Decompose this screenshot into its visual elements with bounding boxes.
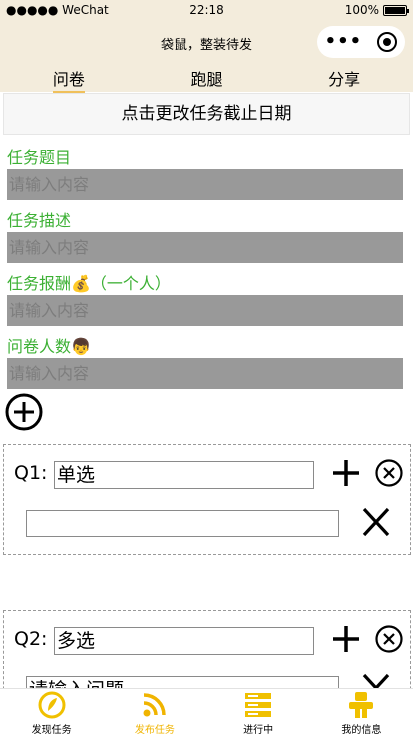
tab-label: 跑腿 — [190, 70, 223, 89]
question-type-input[interactable]: 单选 — [54, 461, 314, 489]
delete-option-icon[interactable] — [361, 506, 391, 538]
task-title-input[interactable]: 请输入内容 — [7, 169, 403, 200]
bottom-tab-bar: 发现任务 发布任务 进行中 我的信息 — [0, 688, 413, 739]
tab-errand[interactable]: 跑腿 — [138, 62, 276, 92]
tabbar-item-publish[interactable]: 发布任务 — [103, 689, 206, 739]
task-reward-input[interactable]: 请输入内容 — [7, 295, 403, 326]
tabbar-label: 进行中 — [243, 725, 274, 736]
tabbar-item-in-progress[interactable]: 进行中 — [207, 689, 310, 739]
discover-icon — [38, 691, 66, 719]
option-input[interactable] — [26, 510, 339, 537]
list-icon — [245, 693, 272, 717]
question-type-input[interactable]: 多选 — [54, 627, 314, 655]
top-tabs: 问卷 跑腿 分享 — [0, 62, 413, 93]
tabbar-item-discover[interactable]: 发现任务 — [0, 689, 103, 739]
profile-icon — [349, 692, 374, 718]
battery-percent: 100% — [344, 3, 379, 17]
tab-share[interactable]: 分享 — [275, 62, 413, 92]
task-title-label: 任务题目 — [7, 148, 72, 167]
page: ●●●●● WeChat 22:18 100% 袋鼠，整装待发 ••• 问卷 跑… — [0, 0, 413, 739]
tab-questionnaire[interactable]: 问卷 — [0, 62, 138, 93]
navigation-bar: 袋鼠，整装待发 ••• — [0, 22, 413, 62]
add-option-icon[interactable] — [331, 458, 361, 488]
task-description-input[interactable]: 请输入内容 — [7, 232, 403, 263]
tabbar-label: 发现任务 — [31, 725, 72, 736]
participant-count-label: 问卷人数👦 — [7, 337, 91, 356]
add-option-icon[interactable] — [331, 624, 361, 654]
rss-icon — [143, 693, 166, 717]
tab-label: 问卷 — [52, 70, 85, 93]
tabbar-item-my-info[interactable]: 我的信息 — [310, 689, 413, 739]
participant-count-input[interactable]: 请输入内容 — [7, 358, 403, 389]
task-description-label: 任务描述 — [7, 211, 72, 230]
delete-question-icon[interactable] — [374, 458, 404, 488]
change-deadline-button[interactable]: 点击更改任务截止日期 — [3, 93, 410, 135]
close-program-icon[interactable] — [377, 32, 398, 52]
add-question-icon[interactable] — [5, 393, 43, 431]
delete-question-icon[interactable] — [374, 624, 404, 654]
battery-indicator: 100% — [344, 3, 409, 17]
question-number: Q2: — [14, 628, 48, 650]
tabbar-label: 我的信息 — [341, 725, 382, 736]
question-card-1: Q1: 单选 — [3, 444, 411, 555]
mini-program-capsule: ••• — [317, 26, 405, 58]
status-bar: ●●●●● WeChat 22:18 100% — [0, 0, 413, 22]
more-menu-icon[interactable]: ••• — [325, 33, 363, 51]
task-reward-label: 任务报酬💰（一个人） — [7, 274, 171, 293]
question-number: Q1: — [14, 462, 48, 484]
tabbar-label: 发布任务 — [134, 725, 175, 736]
battery-icon — [383, 4, 409, 16]
tab-label: 分享 — [328, 70, 361, 89]
